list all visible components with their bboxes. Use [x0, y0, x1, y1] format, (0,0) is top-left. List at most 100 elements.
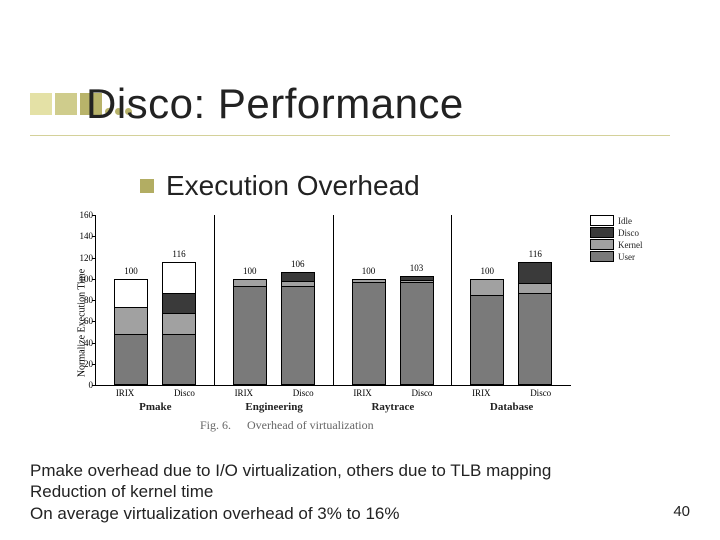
chart: Normalize Execution Time 100116100106100… [40, 215, 680, 430]
bar-segment-user [234, 287, 266, 384]
legend-swatch [590, 251, 614, 262]
x-label-slot: IRIX Disco [334, 385, 453, 398]
x-label: Disco [293, 388, 314, 398]
y-tick-mark [92, 343, 96, 344]
bar: 100 [470, 279, 504, 385]
group-label: Raytrace [334, 401, 453, 413]
x-label-slot: IRIX Disco [215, 385, 334, 398]
y-tick: 60 [68, 316, 93, 326]
figure-caption: Fig. 6. Overhead of virtualization [200, 418, 374, 433]
legend-item: Kernel [590, 239, 690, 250]
bar-segment-user [519, 294, 551, 384]
bar: 116 [518, 262, 552, 385]
x-label: Disco [174, 388, 195, 398]
bar-segment-idle [115, 280, 147, 308]
legend-swatch [590, 227, 614, 238]
bar-segment-user [353, 283, 385, 384]
legend-item: Idle [590, 215, 690, 226]
y-tick-mark [92, 364, 96, 365]
y-tick-mark [92, 258, 96, 259]
body-line-3: On average virtualization overhead of 3%… [30, 503, 551, 524]
bar-value-label: 100 [234, 266, 266, 276]
bar-segment-kernel [163, 314, 195, 335]
bar-value-label: 103 [401, 263, 433, 273]
bar: 106 [281, 272, 315, 385]
legend: Idle Disco Kernel User [590, 215, 690, 263]
bar-segment-disco [282, 273, 314, 281]
deco-square-2 [55, 93, 77, 115]
group-label: Database [452, 401, 571, 413]
bar-segment-user [115, 335, 147, 384]
x-label: IRIX [116, 388, 135, 398]
legend-text: Disco [618, 228, 639, 238]
bullet-icon [140, 179, 154, 193]
bar-segment-disco [519, 263, 551, 284]
bar-group: 100 116 [96, 215, 215, 385]
y-tick-mark [92, 385, 96, 386]
x-label: IRIX [235, 388, 254, 398]
bar-segment-user [401, 283, 433, 384]
bar-segment-kernel [471, 280, 503, 297]
y-tick: 0 [68, 380, 93, 390]
bar-value-label: 100 [353, 266, 385, 276]
y-tick: 120 [68, 253, 93, 263]
x-label-slot: IRIXDisco [452, 385, 571, 398]
body-line-2: Reduction of kernel time [30, 481, 551, 502]
bullet-row: Execution Overhead [140, 170, 420, 202]
group-label: Engineering [215, 401, 334, 413]
x-label-slot: IRIX Disco [96, 385, 215, 398]
figure-caption-text: Overhead of virtualization [247, 418, 374, 433]
bar-group: 100 103 [334, 215, 453, 385]
bar-value-label: 116 [163, 249, 195, 259]
bar-value-label: 106 [282, 259, 314, 269]
bar-segment-disco [163, 294, 195, 314]
y-tick-mark [92, 300, 96, 301]
bar: 100 [114, 279, 148, 385]
bar: 100 [233, 279, 267, 385]
y-tick-mark [92, 321, 96, 322]
bar: 116 [162, 262, 196, 385]
deco-square-1 [30, 93, 52, 115]
bar-value-label: 116 [519, 249, 551, 259]
bar-segment-user [282, 287, 314, 384]
body-text: Pmake overhead due to I/O virtualization… [30, 460, 551, 524]
bar-segment-idle [163, 263, 195, 294]
legend-text: Idle [618, 216, 632, 226]
legend-item: User [590, 251, 690, 262]
y-tick: 80 [68, 295, 93, 305]
page-number: 40 [673, 503, 690, 520]
legend-swatch [590, 239, 614, 250]
bullet-text: Execution Overhead [166, 170, 420, 202]
body-line-1: Pmake overhead due to I/O virtualization… [30, 460, 551, 481]
plot-area: 100116100106100103100116 IRIXDiscoIRIXDi… [95, 215, 571, 386]
figure-caption-prefix: Fig. 6. [200, 418, 231, 433]
group-label: Pmake [96, 401, 215, 413]
bar-segment-kernel [115, 308, 147, 335]
bar: 100 [352, 279, 386, 385]
legend-text: Kernel [618, 240, 643, 250]
bar-segment-user [471, 296, 503, 384]
y-tick: 160 [68, 210, 93, 220]
bar: 103 [400, 276, 434, 385]
bar-group: 100 106 [215, 215, 334, 385]
bar-segment-user [163, 335, 195, 384]
y-tick-mark [92, 215, 96, 216]
legend-swatch [590, 215, 614, 226]
legend-item: Disco [590, 227, 690, 238]
bar-segment-kernel [234, 280, 266, 287]
y-tick: 20 [68, 359, 93, 369]
y-tick: 140 [68, 231, 93, 241]
x-label: Disco [411, 388, 432, 398]
bar-group: 100 116 [452, 215, 571, 385]
bar-segment-kernel [519, 284, 551, 294]
bar-value-label: 100 [471, 266, 503, 276]
x-label: IRIX [353, 388, 372, 398]
y-tick: 40 [68, 338, 93, 348]
y-tick: 100 [68, 274, 93, 284]
legend-text: User [618, 252, 635, 262]
y-tick-mark [92, 236, 96, 237]
x-label: IRIX [472, 388, 491, 398]
bar-value-label: 100 [115, 266, 147, 276]
y-tick-mark [92, 279, 96, 280]
page-title: Disco: Performance [86, 80, 464, 128]
